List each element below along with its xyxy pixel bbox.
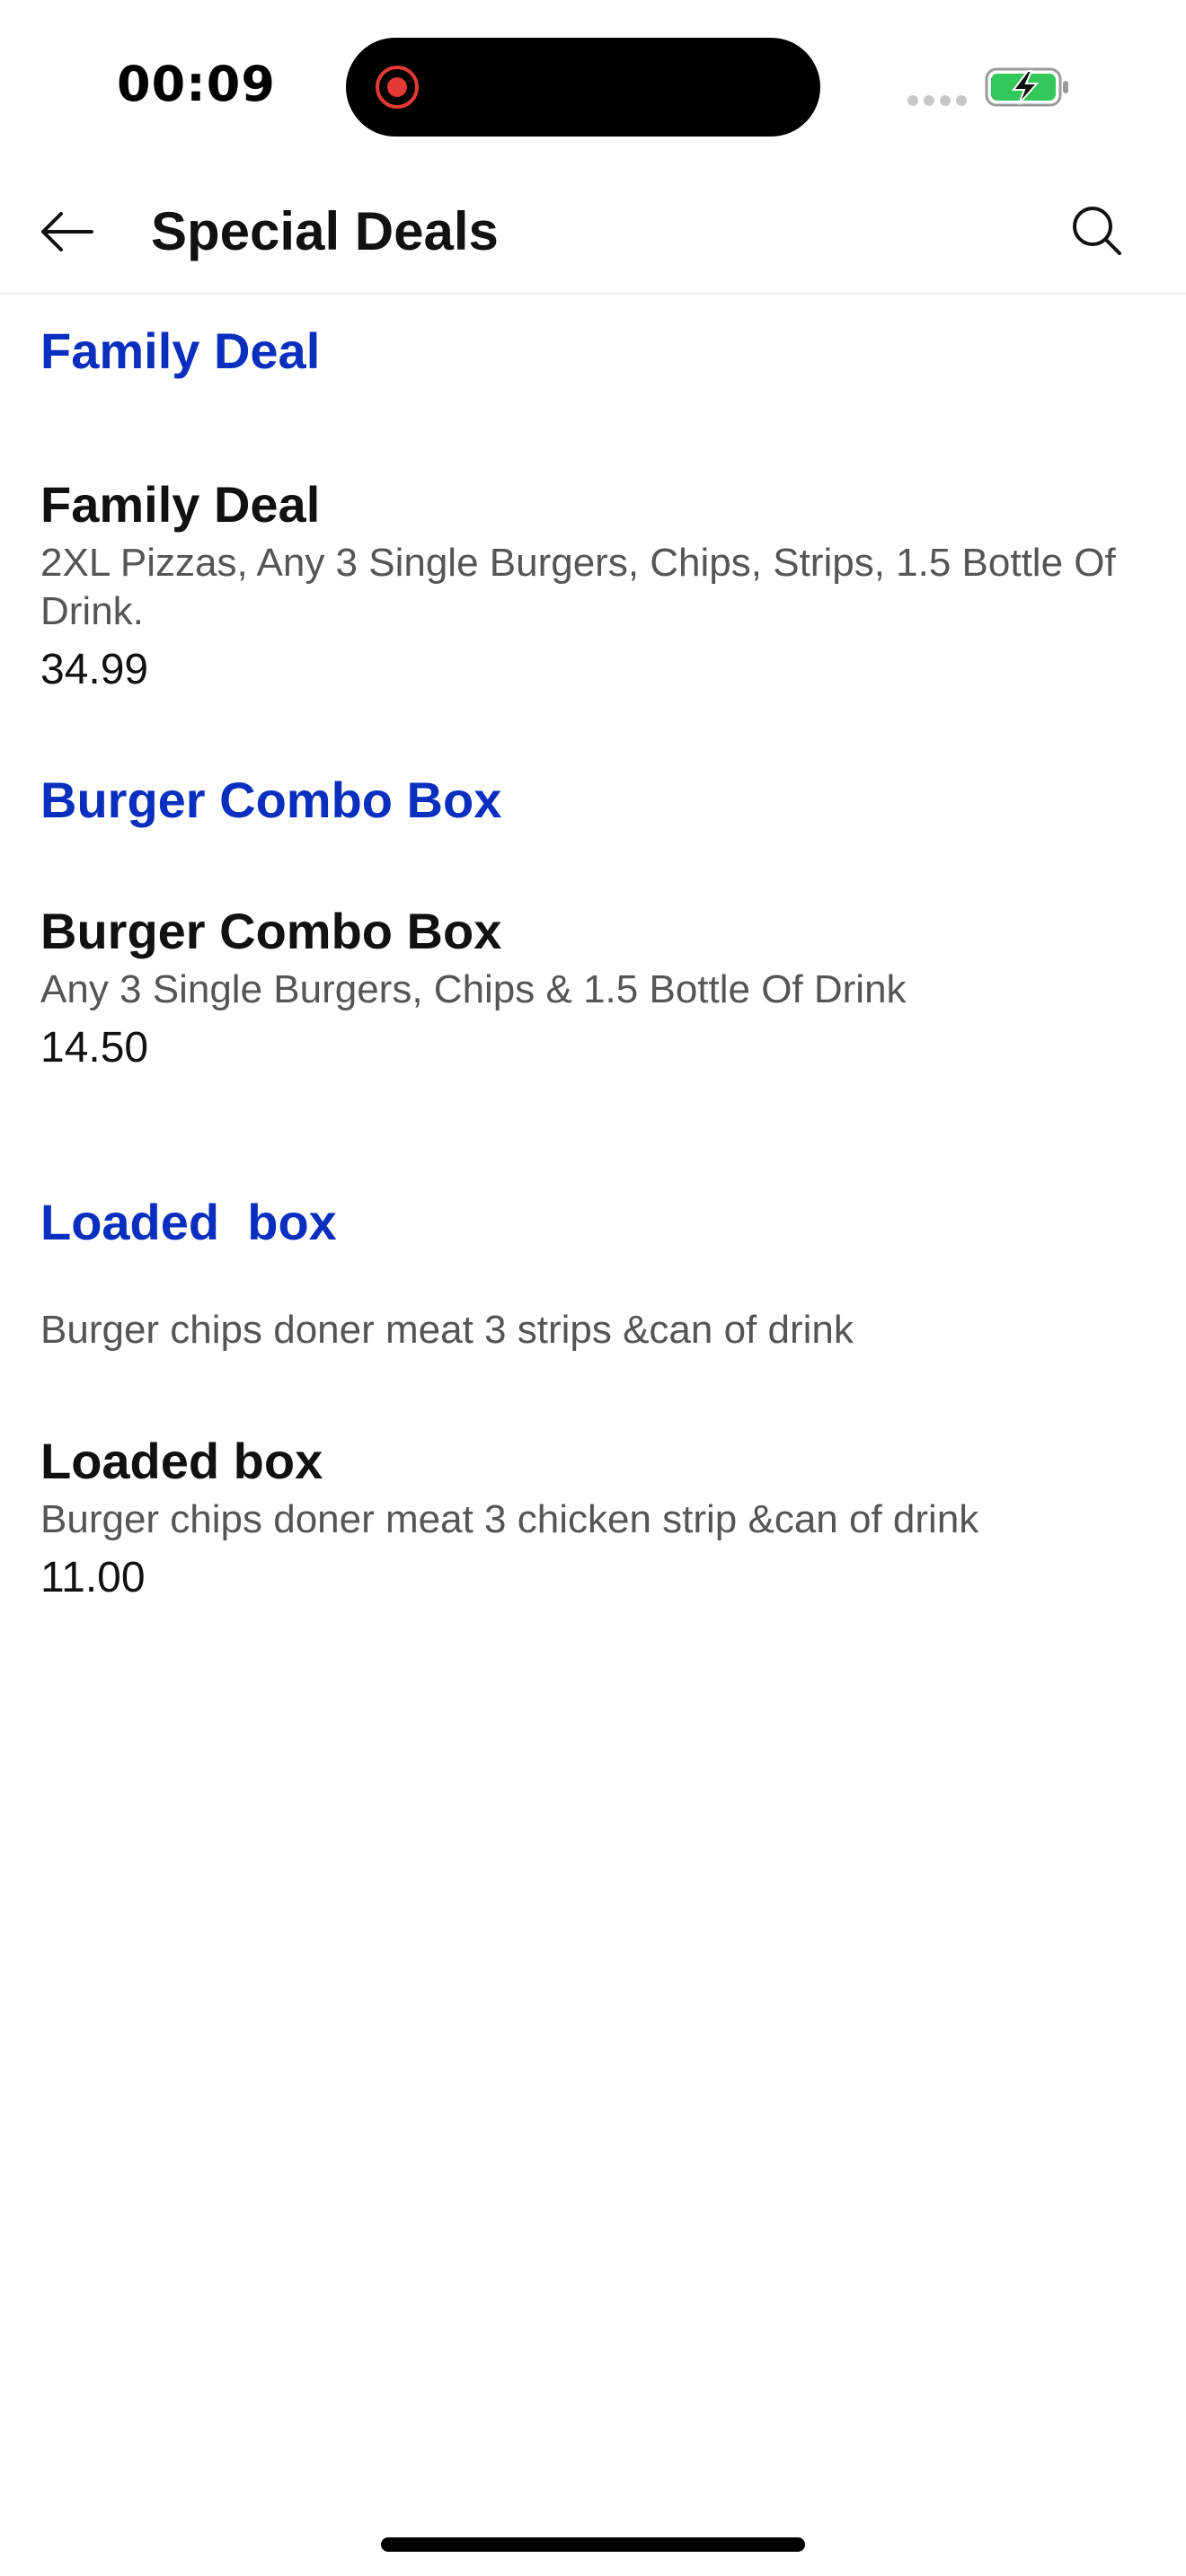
- item-description: 2XL Pizzas, Any 3 Single Burgers, Chips,…: [40, 541, 1116, 633]
- back-arrow-icon: [41, 212, 93, 251]
- battery-charging-icon: [985, 67, 1068, 107]
- item-description: Burger chips doner meat 3 chicken strip …: [40, 1497, 979, 1541]
- page-title: Special Deals: [151, 201, 499, 261]
- deal-item[interactable]: Loaded box Burger chips doner meat 3 chi…: [0, 1427, 1186, 1607]
- deal-item[interactable]: Burger Combo Box Any 3 Single Burgers, C…: [0, 897, 1186, 1077]
- item-name: Loaded box: [40, 1433, 323, 1489]
- status-time: 00:09: [117, 56, 276, 112]
- section-description: Burger chips doner meat 3 strips &can of…: [40, 1308, 854, 1352]
- back-button[interactable]: [31, 196, 102, 268]
- nav-header: Special Deals: [0, 171, 1186, 295]
- item-price: 11.00: [40, 1554, 146, 1601]
- section-burger-combo-box: Burger Combo Box Burger Combo Box Any 3 …: [0, 766, 1186, 1188]
- search-icon: [1073, 207, 1121, 255]
- section-family-deal: Family Deal Family Deal 2XL Pizzas, Any …: [0, 295, 1186, 766]
- deals-list: Family Deal Family Deal 2XL Pizzas, Any …: [0, 295, 1186, 1691]
- item-name: Burger Combo Box: [40, 903, 502, 959]
- section-loaded-box: Loaded box Burger chips doner meat 3 str…: [0, 1188, 1186, 1691]
- dynamic-island: [346, 38, 820, 137]
- search-button[interactable]: [1060, 194, 1136, 269]
- home-indicator[interactable]: [381, 2537, 805, 2552]
- deal-item[interactable]: Family Deal 2XL Pizzas, Any 3 Single Bur…: [0, 471, 1186, 699]
- item-name: Family Deal: [40, 476, 321, 533]
- section-title: Burger Combo Box: [40, 772, 502, 828]
- item-price: 14.50: [40, 1024, 149, 1072]
- screen-recording-icon: [376, 66, 419, 109]
- section-title: Loaded box: [40, 1194, 337, 1250]
- section-title: Family Deal: [40, 322, 321, 379]
- item-description: Any 3 Single Burgers, Chips & 1.5 Bottle…: [40, 967, 907, 1011]
- item-price: 34.99: [40, 646, 149, 693]
- signal-icon: [907, 95, 967, 106]
- status-bar: 00:09: [0, 0, 1186, 171]
